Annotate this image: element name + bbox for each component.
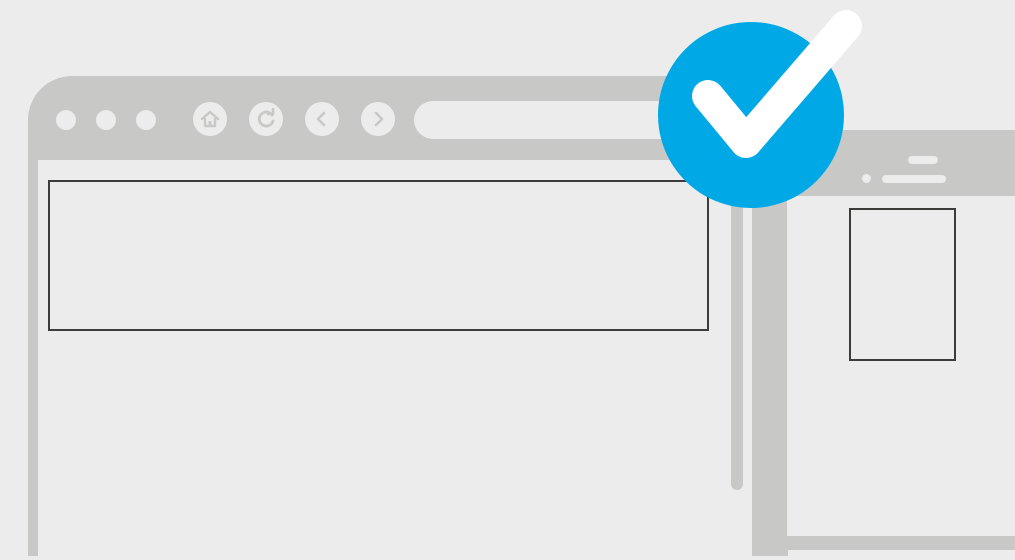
home-icon [200, 110, 220, 128]
back-button[interactable] [305, 102, 339, 136]
back-icon [316, 111, 326, 127]
scrollbar-thumb[interactable] [731, 190, 743, 490]
menu-line-top [908, 156, 938, 164]
menu-line-bottom [882, 175, 946, 183]
reload-button[interactable] [249, 102, 283, 136]
window-control-dot-1[interactable] [56, 110, 76, 130]
home-button[interactable] [193, 102, 227, 136]
banner-placeholder [48, 180, 709, 331]
forward-button[interactable] [361, 102, 395, 136]
checkmark-icon [692, 10, 862, 158]
reload-icon [257, 108, 275, 128]
side-panel-placeholder [849, 208, 956, 361]
window-control-dot-3[interactable] [136, 110, 156, 130]
forward-icon [374, 111, 384, 127]
window-control-dot-2[interactable] [96, 110, 116, 130]
